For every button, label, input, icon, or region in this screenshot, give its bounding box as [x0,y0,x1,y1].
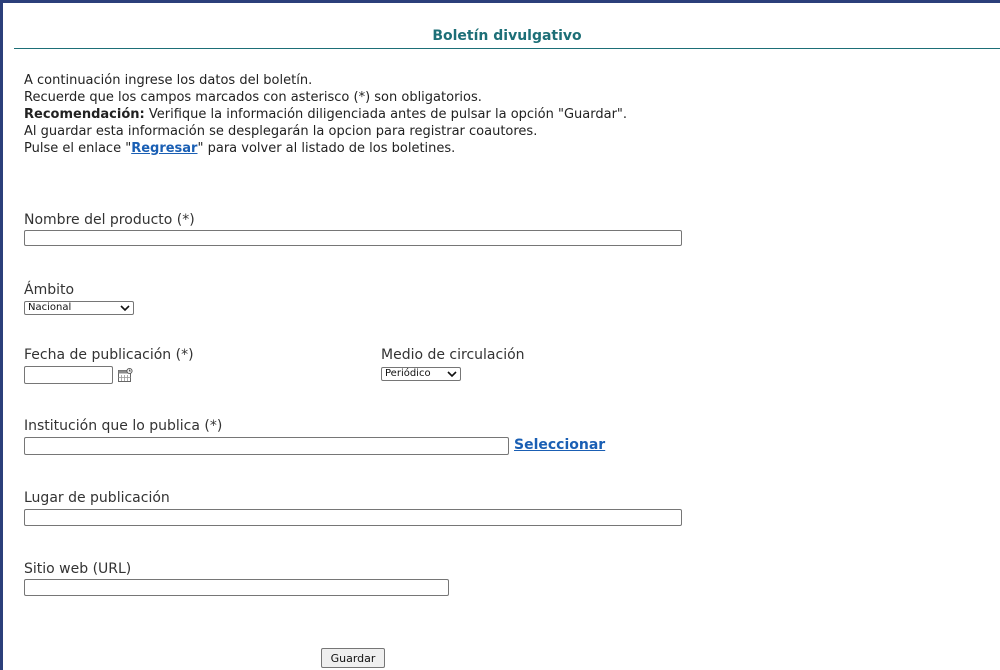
publication-date-input[interactable] [24,366,113,384]
scope-selected-value: Nacional [28,302,72,313]
website-input[interactable] [24,579,449,596]
calendar-icon[interactable] [117,367,133,383]
institution-label: Institución que lo publica (*) [24,418,223,434]
publication-date-label: Fecha de publicación (*) [24,347,194,363]
title-divider [14,48,1000,49]
instruction-line-1: A continuación ingrese los datos del bol… [24,73,313,88]
instruction-line-5-pre: Pulse el enlace " [24,141,132,156]
page-title: Boletín divulgativo [432,28,582,44]
instructions: A continuación ingrese los datos del bol… [24,72,627,157]
chevron-down-icon [447,371,457,378]
scope-select[interactable]: Nacional [24,301,134,315]
chevron-down-icon [120,305,130,312]
instruction-line-5-post: " para volver al listado de los boletine… [197,141,456,156]
website-label: Sitio web (URL) [24,561,132,577]
product-name-input[interactable] [24,230,682,246]
institution-input[interactable] [24,437,509,455]
circulation-selected-value: Periódico [385,368,431,379]
circulation-label: Medio de circulación [381,347,525,363]
instruction-line-5: Pulse el enlace "Regresar" para volver a… [24,140,627,157]
instruction-line-3: Recomendación: Verifique la información … [24,106,627,123]
place-input[interactable] [24,509,682,526]
recommendation-text: Verifique la información diligenciada an… [144,107,628,122]
place-label: Lugar de publicación [24,490,170,506]
select-institution-link[interactable]: Seleccionar [514,437,605,453]
back-link[interactable]: Regresar [131,141,197,156]
scope-label: Ámbito [24,282,75,298]
circulation-select[interactable]: Periódico [381,367,461,381]
product-name-label: Nombre del producto (*) [24,212,195,228]
instruction-line-4: Al guardar esta información se desplegar… [24,124,538,139]
instruction-line-2: Recuerde que los campos marcados con ast… [24,90,482,105]
save-button[interactable]: Guardar [321,648,385,668]
recommendation-label: Recomendación: [24,107,145,122]
